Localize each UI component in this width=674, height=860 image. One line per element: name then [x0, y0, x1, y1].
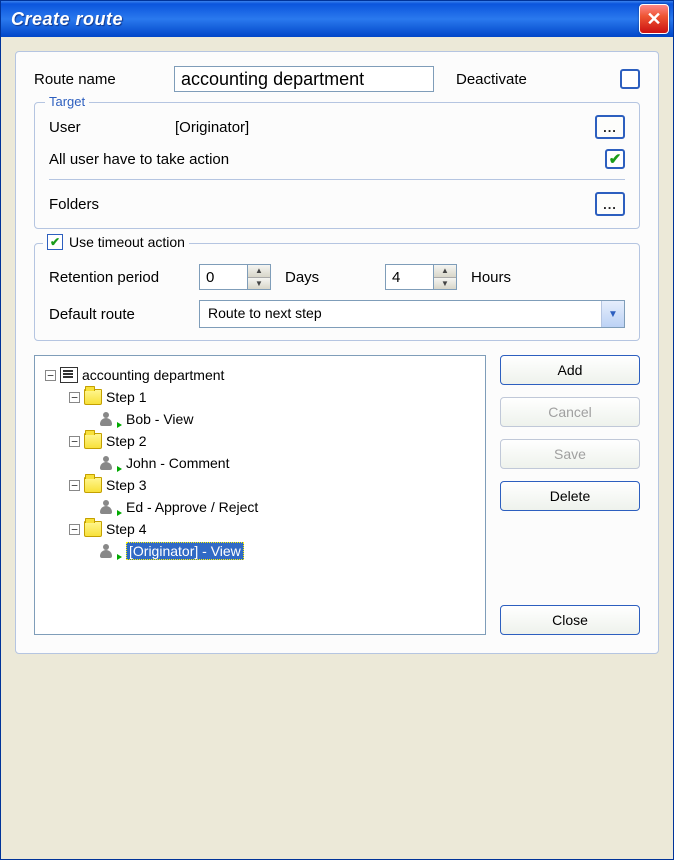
- window-title: Create route: [11, 9, 123, 30]
- retention-row: Retention period ▲▼ Days ▲▼ Hours: [49, 264, 625, 290]
- arrow-icon: [117, 422, 122, 428]
- tree-step-label: Step 2: [106, 433, 146, 449]
- retention-label: Retention period: [49, 269, 199, 286]
- days-input[interactable]: [199, 264, 247, 290]
- folder-icon: [84, 433, 102, 449]
- spinner-up-icon[interactable]: ▲: [434, 265, 456, 278]
- tree-step[interactable]: − Step 2: [41, 430, 479, 452]
- tree-user-label: Bob - View: [126, 411, 193, 427]
- user-icon: [97, 543, 115, 559]
- cancel-button[interactable]: Cancel: [500, 397, 640, 427]
- collapse-icon[interactable]: −: [45, 370, 56, 381]
- add-button[interactable]: Add: [500, 355, 640, 385]
- hours-spinner-buttons[interactable]: ▲▼: [433, 264, 457, 290]
- close-icon[interactable]: ✕: [639, 4, 669, 34]
- use-timeout-checkbox[interactable]: [47, 234, 63, 250]
- tree-step-label: Step 1: [106, 389, 146, 405]
- route-name-row: Route name Deactivate: [34, 66, 640, 92]
- folder-icon: [84, 389, 102, 405]
- spinner-down-icon[interactable]: ▼: [434, 278, 456, 290]
- days-spinner[interactable]: ▲▼: [199, 264, 271, 290]
- delete-button[interactable]: Delete: [500, 481, 640, 511]
- chevron-down-icon[interactable]: ▼: [601, 301, 624, 327]
- folders-label: Folders: [49, 196, 595, 213]
- use-timeout-label: Use timeout action: [69, 234, 185, 250]
- user-icon: [97, 455, 115, 471]
- tree-step-label: Step 3: [106, 477, 146, 493]
- collapse-icon[interactable]: −: [69, 436, 80, 447]
- lower-section: − accounting department − Step 1 Bob - V…: [34, 355, 640, 635]
- spinner-up-icon[interactable]: ▲: [248, 265, 270, 278]
- tree-step[interactable]: − Step 3: [41, 474, 479, 496]
- route-name-label: Route name: [34, 71, 174, 88]
- target-divider: [49, 179, 625, 180]
- hours-spinner[interactable]: ▲▼: [385, 264, 457, 290]
- tree-root-label: accounting department: [82, 367, 224, 383]
- user-value: [Originator]: [175, 119, 595, 136]
- default-route-label: Default route: [49, 306, 199, 323]
- spinner-down-icon[interactable]: ▼: [248, 278, 270, 290]
- titlebar: Create route ✕: [1, 1, 673, 37]
- all-user-label: All user have to take action: [49, 151, 605, 168]
- browse-user-button[interactable]: ...: [595, 115, 625, 139]
- tree-step[interactable]: − Step 4: [41, 518, 479, 540]
- days-spinner-buttons[interactable]: ▲▼: [247, 264, 271, 290]
- folder-icon: [84, 477, 102, 493]
- default-route-row: Default route Route to next step ▼: [49, 300, 625, 328]
- all-user-checkbox[interactable]: [605, 149, 625, 169]
- arrow-icon: [117, 554, 122, 560]
- create-route-dialog: Create route ✕ Route name Deactivate Tar…: [0, 0, 674, 860]
- tree-step-label: Step 4: [106, 521, 146, 537]
- collapse-icon[interactable]: −: [69, 480, 80, 491]
- tree-user-label: Ed - Approve / Reject: [126, 499, 258, 515]
- deactivate-checkbox[interactable]: [620, 69, 640, 89]
- default-route-dropdown[interactable]: Route to next step ▼: [199, 300, 625, 328]
- main-panel: Route name Deactivate Target User [Origi…: [15, 51, 659, 654]
- route-icon: [60, 367, 78, 383]
- default-route-value: Route to next step: [200, 301, 601, 327]
- tree-user-label-selected: [Originator] - View: [126, 542, 244, 560]
- collapse-icon[interactable]: −: [69, 392, 80, 403]
- dialog-content: Route name Deactivate Target User [Origi…: [1, 37, 673, 859]
- target-fieldset: Target User [Originator] ... All user ha…: [34, 102, 640, 229]
- timeout-fieldset: Use timeout action Retention period ▲▼ D…: [34, 243, 640, 341]
- route-name-input[interactable]: [174, 66, 434, 92]
- route-tree[interactable]: − accounting department − Step 1 Bob - V…: [34, 355, 486, 635]
- user-icon: [97, 499, 115, 515]
- save-button[interactable]: Save: [500, 439, 640, 469]
- tree-root[interactable]: − accounting department: [41, 364, 479, 386]
- browse-folders-button[interactable]: ...: [595, 192, 625, 216]
- tree-user-label: John - Comment: [126, 455, 229, 471]
- tree-user[interactable]: Ed - Approve / Reject: [41, 496, 479, 518]
- tree-step[interactable]: − Step 1: [41, 386, 479, 408]
- user-label: User: [49, 119, 175, 136]
- tree-user[interactable]: Bob - View: [41, 408, 479, 430]
- target-legend: Target: [45, 94, 89, 109]
- arrow-icon: [117, 510, 122, 516]
- days-label: Days: [285, 269, 385, 286]
- deactivate-label: Deactivate: [456, 71, 527, 88]
- arrow-icon: [117, 466, 122, 472]
- folders-row: Folders ...: [49, 192, 625, 216]
- hours-label: Hours: [471, 269, 511, 286]
- hours-input[interactable]: [385, 264, 433, 290]
- button-column: Add Cancel Save Delete Close: [500, 355, 640, 635]
- close-button[interactable]: Close: [500, 605, 640, 635]
- user-icon: [97, 411, 115, 427]
- all-user-row: All user have to take action: [49, 149, 625, 169]
- tree-user[interactable]: [Originator] - View: [41, 540, 479, 562]
- user-row: User [Originator] ...: [49, 115, 625, 139]
- collapse-icon[interactable]: −: [69, 524, 80, 535]
- folder-icon: [84, 521, 102, 537]
- tree-user[interactable]: John - Comment: [41, 452, 479, 474]
